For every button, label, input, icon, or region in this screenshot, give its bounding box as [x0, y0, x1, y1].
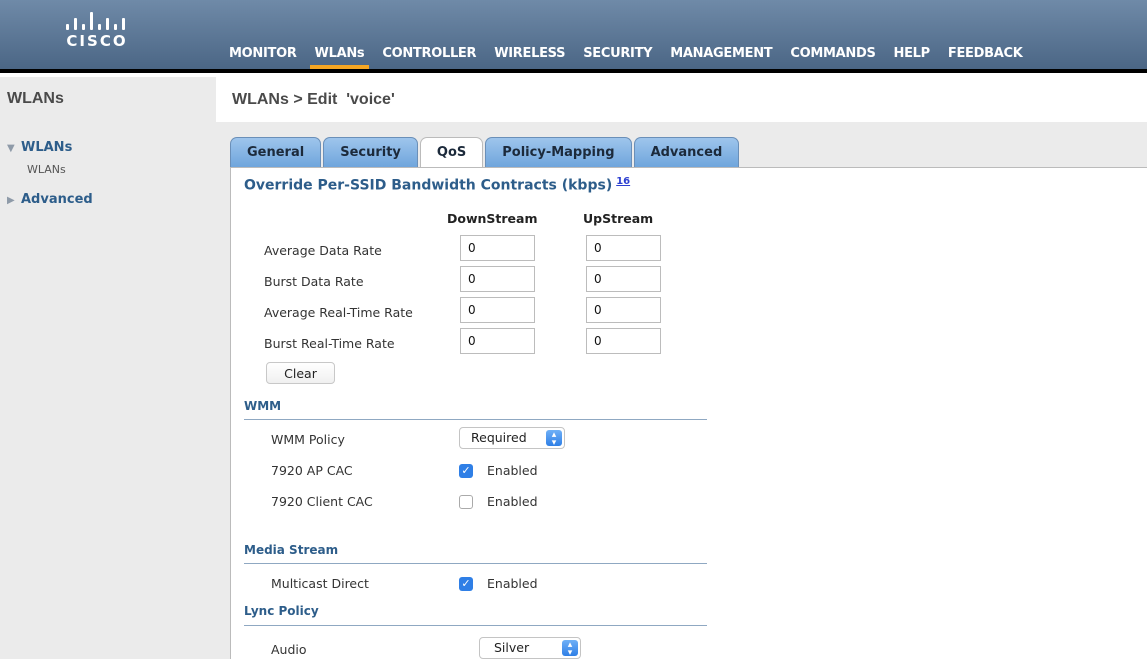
burst-realtime-rate-downstream-input[interactable] — [460, 328, 535, 354]
audio-policy-select[interactable]: Silver ▴ ▾ — [479, 637, 581, 659]
lync-policy-divider — [244, 625, 707, 626]
lync-policy-section-title: Lync Policy — [244, 604, 319, 618]
multicast-direct-checkbox[interactable]: ✓ — [459, 577, 473, 591]
average-realtime-rate-upstream-input[interactable] — [586, 297, 661, 323]
multicast-direct-label: Multicast Direct — [271, 576, 369, 591]
clear-button[interactable]: Clear — [266, 362, 335, 384]
ap-cac-enabled-label: Enabled — [487, 463, 538, 478]
tab-policy-mapping[interactable]: Policy-Mapping — [485, 137, 632, 167]
page-header: WLANs > Edit 'voice' — [216, 77, 1147, 122]
tab-general[interactable]: General — [230, 137, 322, 167]
nav-commands[interactable]: COMMANDS — [781, 45, 884, 69]
bandwidth-section-title: Override Per-SSID Bandwidth Contracts (k… — [244, 176, 630, 194]
sidebar-title: WLANs — [7, 90, 64, 107]
nav-feedback[interactable]: FEEDBACK — [939, 45, 1032, 69]
media-stream-divider — [244, 563, 707, 564]
nav-security[interactable]: SECURITY — [574, 45, 661, 69]
nav-wlans[interactable]: WLANs — [306, 45, 374, 69]
select-arrows-icon: ▴ ▾ — [562, 640, 578, 658]
cisco-logo: CISCO — [62, 10, 132, 50]
cisco-logo-text: CISCO — [66, 32, 128, 50]
bandwidth-title-text: Override Per-SSID Bandwidth Contracts (k… — [244, 177, 613, 194]
multicast-direct-enabled-label: Enabled — [487, 576, 538, 591]
sidebar-subitem-wlans[interactable]: WLANs — [27, 163, 66, 176]
collapsed-triangle-icon: ▶ — [7, 195, 15, 206]
burst-realtime-rate-label: Burst Real-Time Rate — [264, 336, 395, 351]
wmm-policy-value: Required — [471, 430, 527, 445]
wmm-section-title: WMM — [244, 399, 282, 413]
wmm-policy-select[interactable]: Required ▴ ▾ — [459, 427, 565, 449]
burst-data-rate-upstream-input[interactable] — [586, 266, 661, 292]
nav-controller[interactable]: CONTROLLER — [373, 45, 485, 69]
sidebar-item-advanced[interactable]: ▶ Advanced — [7, 192, 93, 207]
media-stream-section-title: Media Stream — [244, 543, 339, 557]
sidebar-item-wlans[interactable]: ▼ WLANs — [7, 140, 72, 155]
ap-cac-label: 7920 AP CAC — [271, 463, 353, 478]
ap-cac-checkbox[interactable]: ✓ — [459, 464, 473, 478]
main-nav: MONITOR WLANs CONTROLLER WIRELESS SECURI… — [220, 45, 1032, 69]
client-cac-checkbox[interactable] — [459, 495, 473, 509]
cisco-logo-bars-icon — [62, 10, 132, 30]
select-arrows-icon: ▴ ▾ — [546, 430, 562, 448]
average-data-rate-label: Average Data Rate — [264, 243, 382, 258]
wmm-policy-label: WMM Policy — [271, 432, 345, 447]
average-data-rate-upstream-input[interactable] — [586, 235, 661, 261]
page-title: WLANs > Edit 'voice' — [232, 91, 395, 108]
burst-data-rate-downstream-input[interactable] — [460, 266, 535, 292]
audio-policy-value: Silver — [494, 640, 530, 655]
average-realtime-rate-label: Average Real-Time Rate — [264, 305, 413, 320]
client-cac-enabled-label: Enabled — [487, 494, 538, 509]
tab-qos[interactable]: QoS — [419, 137, 484, 168]
sidebar: WLANs ▼ WLANs WLANs ▶ Advanced — [0, 77, 216, 659]
tab-advanced[interactable]: Advanced — [633, 137, 740, 167]
qos-panel: Override Per-SSID Bandwidth Contracts (k… — [230, 167, 1147, 659]
nav-help[interactable]: HELP — [885, 45, 939, 69]
downstream-column-header: DownStream — [447, 211, 538, 226]
tab-security[interactable]: Security — [323, 137, 418, 167]
expanded-triangle-icon: ▼ — [7, 143, 15, 154]
tab-strip: General Security QoS Policy-Mapping Adva… — [230, 137, 741, 168]
audio-label: Audio — [271, 642, 307, 657]
top-bar: CISCO MONITOR WLANs CONTROLLER WIRELESS … — [0, 0, 1147, 73]
upstream-column-header: UpStream — [583, 211, 654, 226]
average-realtime-rate-downstream-input[interactable] — [460, 297, 535, 323]
burst-data-rate-label: Burst Data Rate — [264, 274, 364, 289]
nav-monitor[interactable]: MONITOR — [220, 45, 306, 69]
content-area: General Security QoS Policy-Mapping Adva… — [216, 122, 1147, 659]
average-data-rate-downstream-input[interactable] — [460, 235, 535, 261]
nav-management[interactable]: MANAGEMENT — [661, 45, 781, 69]
burst-realtime-rate-upstream-input[interactable] — [586, 328, 661, 354]
sidebar-item-label: WLANs — [21, 140, 73, 155]
client-cac-label: 7920 Client CAC — [271, 494, 373, 509]
nav-wireless[interactable]: WIRELESS — [485, 45, 574, 69]
sidebar-item-label: Advanced — [21, 192, 93, 207]
wmm-divider — [244, 419, 707, 420]
footnote-link[interactable]: 16 — [616, 176, 630, 187]
